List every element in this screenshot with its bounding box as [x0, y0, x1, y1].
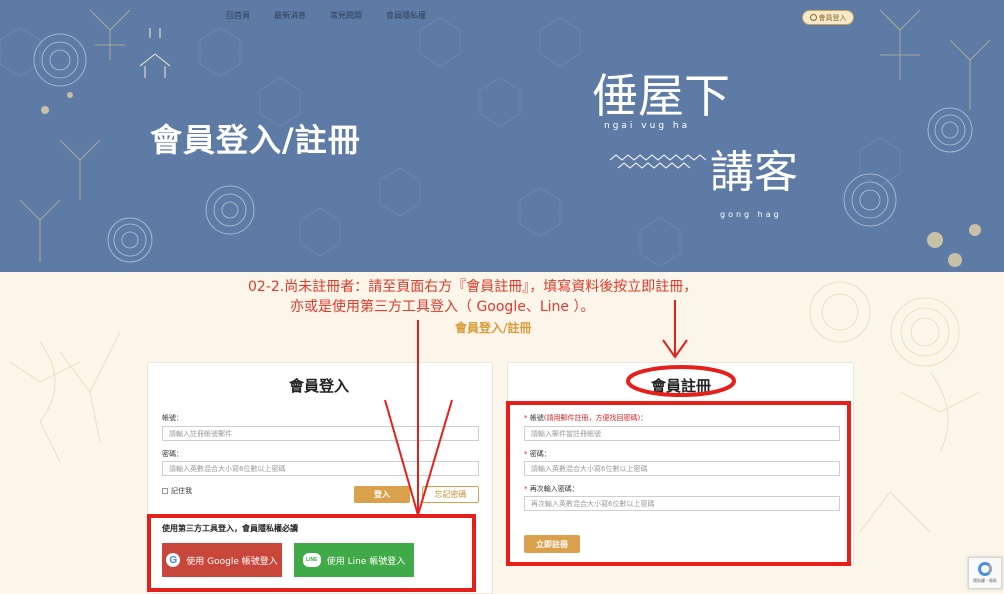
login-account-label: 帳號：	[162, 414, 183, 422]
logo-line2: 講客	[710, 147, 798, 198]
register-heading: 會員註冊	[651, 377, 712, 395]
instruction-line-2: 亦或是使用第三方工具登入（ Google、Line ）。	[290, 299, 595, 315]
member-login-label: 會員登入	[818, 13, 847, 22]
register-account-suffix: ：	[640, 414, 648, 422]
user-icon	[809, 14, 817, 21]
register-confirm-label: * 再次輸入密碼：	[524, 484, 579, 494]
remember-label: 記住我	[171, 487, 192, 495]
line-icon: LINE	[302, 553, 321, 567]
logo-romanized1: ngai vug ha	[604, 121, 690, 131]
brand-logo[interactable]	[135, 8, 175, 83]
nav-privacy[interactable]: 會員隱私權	[386, 10, 426, 21]
logo-romanized2: gong hag	[720, 210, 782, 219]
forgot-password-button[interactable]: 忘記密碼	[422, 486, 479, 503]
line-login-button[interactable]: LINE 使用 Line 帳號登入	[294, 543, 414, 577]
nav-home[interactable]: 回首頁	[226, 10, 250, 21]
register-password-text: 密碼：	[529, 450, 551, 458]
hero-banner: 回首頁 最新消息 常見問題 會員隱私權 會員登入 會員登入/註冊 倕屋下 nga…	[0, 0, 1004, 272]
register-account-label: * 帳號(請用郵件註冊，方便找回密碼)：	[524, 413, 647, 423]
recaptcha-text: 隱私權 - 條款	[973, 578, 997, 583]
register-account-text: 帳號	[529, 414, 544, 422]
required-mark: *	[524, 450, 528, 458]
login-button[interactable]: 登入	[354, 486, 410, 503]
required-mark: *	[524, 485, 528, 493]
login-card: 會員登入 帳號： 密碼： 記住我 登入 忘記密碼 使用第三方工具登入，會員隱私權…	[147, 362, 493, 594]
register-submit-button[interactable]: 立即註冊	[524, 535, 580, 553]
line-login-label: 使用 Line 帳號登入	[326, 556, 406, 567]
recaptcha-icon	[978, 562, 992, 576]
google-login-label: 使用 Google 帳號登入	[186, 556, 278, 567]
register-password-input[interactable]	[524, 461, 840, 476]
login-password-input[interactable]	[162, 461, 479, 476]
section-subtitle: 會員登入/註冊	[455, 321, 532, 335]
remember-me[interactable]: 記住我	[162, 486, 192, 496]
login-password-label: 密碼：	[162, 450, 183, 458]
hero-logo: 倕屋下 ngai vug ha 講客 gong hag	[592, 69, 798, 219]
google-icon: G	[166, 553, 181, 567]
nav-faq[interactable]: 常見問題	[330, 10, 362, 21]
register-account-hint: (請用郵件註冊，方便找回密碼)	[543, 414, 641, 422]
register-confirm-text: 再次輸入密碼：	[529, 485, 579, 493]
top-navigation: 回首頁 最新消息 常見問題 會員隱私權	[226, 10, 426, 21]
recaptcha-badge[interactable]: 隱私權 - 條款	[968, 557, 1002, 589]
page-title: 會員登入/註冊	[150, 121, 361, 159]
register-card: 會員註冊 * 帳號(請用郵件註冊，方便找回密碼)： * 密碼： * 再次輸入密碼…	[507, 362, 854, 565]
login-account-input[interactable]	[162, 426, 479, 441]
instruction-line-1: 02-2.尚未註冊者：請至頁面右方『會員註冊』，填寫資料後按立即註冊，	[248, 279, 698, 295]
nav-news[interactable]: 最新消息	[274, 10, 306, 21]
register-password-label: * 密碼：	[524, 449, 551, 459]
member-login-button[interactable]: 會員登入	[802, 10, 854, 25]
logo-line1: 倕屋下	[592, 69, 730, 123]
register-confirm-input[interactable]	[524, 496, 840, 511]
required-mark: *	[524, 414, 528, 422]
third-party-title: 使用第三方工具登入，會員隱私權必讀	[162, 524, 298, 533]
register-account-input[interactable]	[524, 426, 840, 441]
google-login-button[interactable]: G 使用 Google 帳號登入	[162, 543, 282, 577]
login-heading: 會員登入	[289, 377, 350, 395]
remember-checkbox[interactable]	[162, 488, 168, 494]
